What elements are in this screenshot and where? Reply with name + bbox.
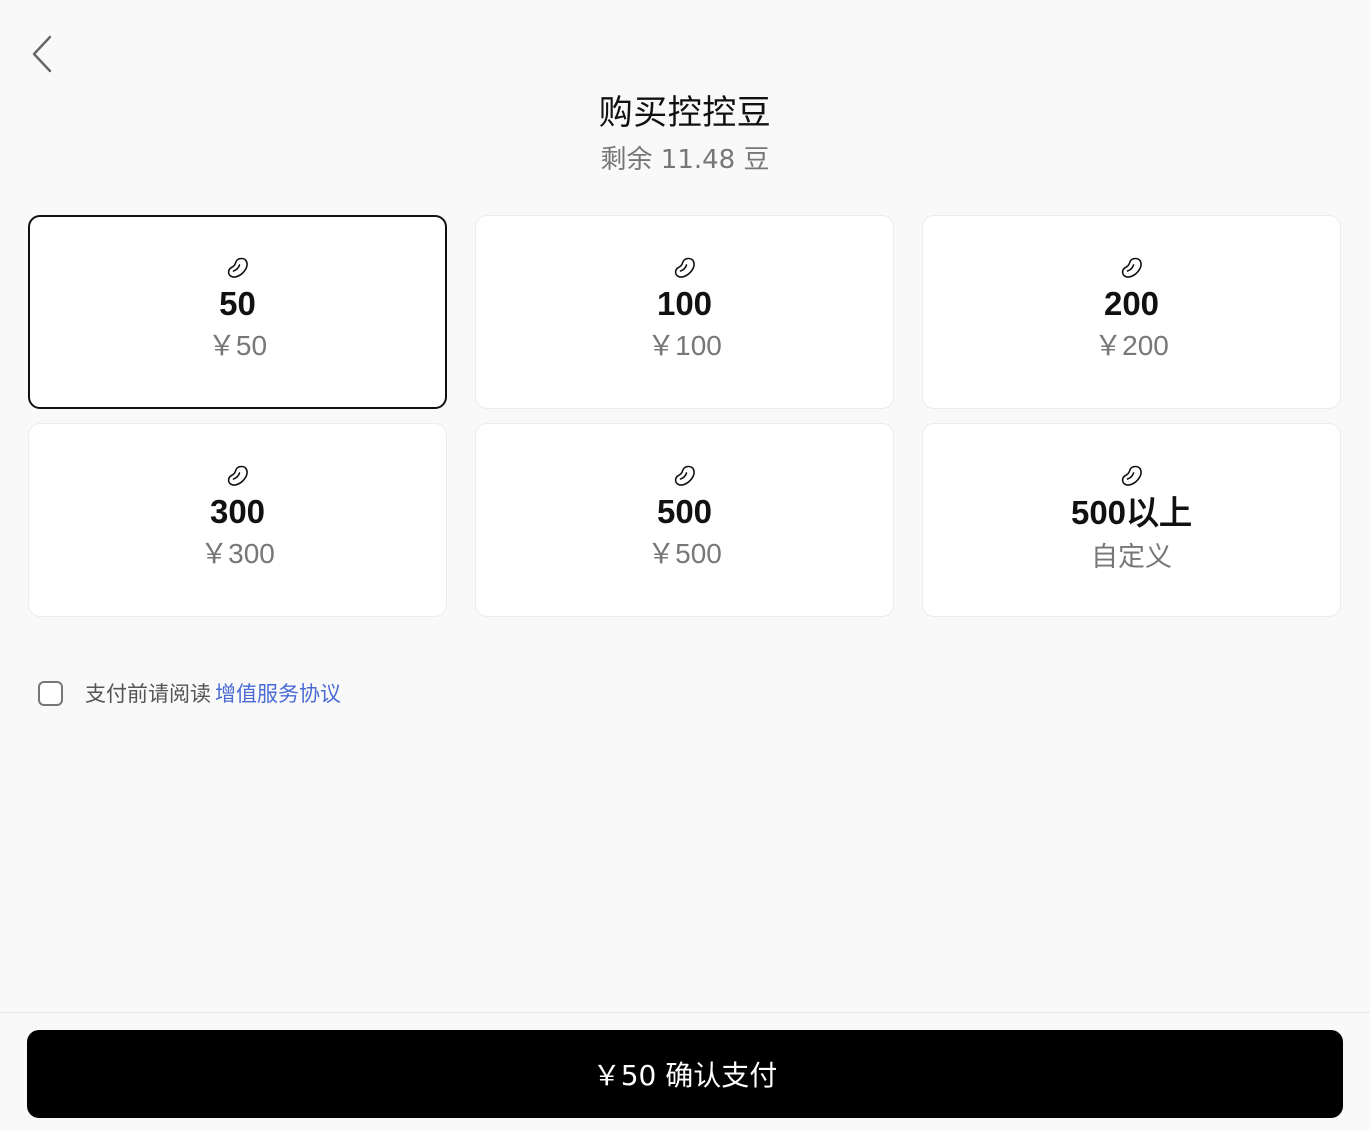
bean-icon (1121, 465, 1142, 486)
package-amount: 500以上 (1070, 494, 1193, 531)
package-option-custom[interactable]: 500以上 自定义 (922, 423, 1341, 617)
bean-icon (227, 465, 248, 486)
package-option-50[interactable]: 50 ￥50 (28, 215, 447, 409)
confirm-pay-button[interactable]: ￥50 确认支付 (27, 1030, 1343, 1118)
page-title: 购买控控豆 (598, 93, 772, 133)
package-amount: 300 (209, 493, 266, 530)
package-price: ￥200 (1094, 330, 1169, 361)
agreement-row: 支付前请阅读 增值服务协议 (38, 678, 341, 708)
agreement-link[interactable]: 增值服务协议 (215, 678, 341, 708)
package-price: ￥300 (200, 538, 275, 569)
package-grid: 50 ￥50 100 ￥100 200 ￥200 300 ￥300 500 ￥5 (28, 215, 1341, 617)
package-amount: 200 (1103, 285, 1160, 322)
package-price: ￥100 (647, 330, 722, 361)
chevron-left-icon (32, 35, 52, 73)
package-option-300[interactable]: 300 ￥300 (28, 423, 447, 617)
agreement-text: 支付前请阅读 (85, 682, 211, 706)
balance-text: 剩余 11.48 豆 (600, 145, 770, 175)
package-price: 自定义 (1091, 542, 1172, 573)
page-header: 购买控控豆 剩余 11.48 豆 (0, 88, 1370, 180)
package-option-200[interactable]: 200 ￥200 (922, 215, 1341, 409)
bean-icon (1121, 257, 1142, 278)
package-amount: 500 (656, 493, 713, 530)
package-option-500[interactable]: 500 ￥500 (475, 423, 894, 617)
package-option-100[interactable]: 100 ￥100 (475, 215, 894, 409)
package-amount: 50 (219, 285, 256, 322)
package-price: ￥500 (647, 538, 722, 569)
package-price: ￥50 (207, 330, 268, 361)
back-button[interactable] (22, 30, 62, 78)
bean-icon (674, 257, 695, 278)
bean-icon (227, 257, 248, 278)
bean-icon (674, 465, 695, 486)
package-amount: 100 (656, 285, 713, 322)
agreement-checkbox[interactable] (38, 680, 63, 706)
